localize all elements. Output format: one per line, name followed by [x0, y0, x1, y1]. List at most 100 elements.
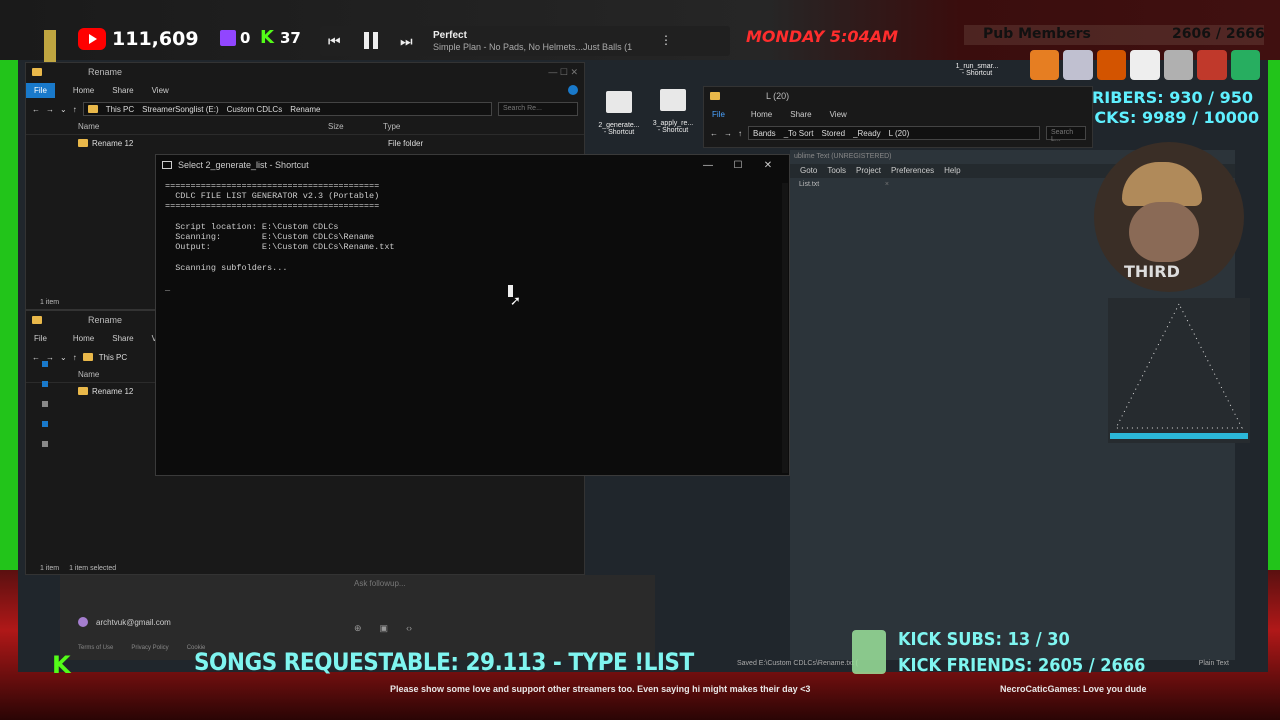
maximize-button[interactable]: ☐	[723, 160, 753, 171]
explorer-window-right: L (20) File Home Share View ← → ↑ Bands …	[703, 86, 1093, 148]
desktop-shortcut[interactable]: 3_apply_re... - Shortcut	[652, 82, 694, 134]
column-name[interactable]: Name	[78, 370, 99, 379]
cmd-titlebar: Select 2_generate_list - Shortcut — ☐ ✕	[156, 155, 789, 175]
nav-icon[interactable]	[42, 401, 48, 407]
breadcrumb-item[interactable]: _Ready	[853, 129, 881, 138]
explorer-titlebar: Rename — ☐ ✕	[26, 63, 584, 81]
column-size[interactable]: Size	[328, 122, 383, 131]
pause-icon[interactable]	[362, 30, 380, 50]
up-icon[interactable]: ↑	[73, 353, 77, 362]
tab-share[interactable]: Share	[112, 334, 133, 343]
next-icon[interactable]: ⏭	[400, 33, 416, 49]
back-icon[interactable]: ←	[710, 129, 718, 138]
close-button[interactable]: ✕	[753, 160, 783, 171]
tab-share[interactable]: Share	[112, 86, 133, 95]
nav-icon[interactable]	[42, 421, 48, 427]
ask-followup-input[interactable]: Ask followup...	[354, 579, 406, 588]
code-icon[interactable]: ‹›	[406, 623, 412, 634]
back-icon[interactable]: ←	[32, 105, 40, 114]
shirt-text: THIRD	[1124, 262, 1180, 281]
column-name[interactable]: Name	[78, 122, 328, 131]
nav-icon[interactable]	[42, 381, 48, 387]
up-icon[interactable]: ↑	[738, 129, 742, 138]
column-type[interactable]: Type	[383, 122, 400, 131]
breadcrumb[interactable]: Bands _To Sort Stored _Ready L (20)	[748, 126, 1040, 140]
help-icon[interactable]	[568, 85, 578, 95]
menu-goto[interactable]: Goto	[800, 166, 817, 176]
tab-file[interactable]: File	[26, 331, 55, 346]
menu-project[interactable]: Project	[856, 166, 881, 176]
breadcrumb-item[interactable]: Rename	[290, 105, 320, 114]
close-icon[interactable]: ×	[885, 181, 889, 189]
folder-icon	[82, 353, 93, 361]
menu-help[interactable]: Help	[944, 166, 960, 176]
scrollbar[interactable]	[782, 183, 788, 473]
shortcut-label: 3_apply_re... - Shortcut	[652, 120, 694, 134]
globe-icon[interactable]: ⊕	[354, 623, 362, 634]
previous-icon[interactable]: ⏮	[328, 33, 344, 49]
breadcrumb-item[interactable]: L (20)	[889, 129, 910, 138]
breadcrumb-item[interactable]: This PC	[99, 353, 127, 362]
tab-file[interactable]: File	[26, 82, 55, 98]
up-icon[interactable]: ↑	[73, 105, 77, 114]
folder-icon	[32, 316, 42, 324]
breadcrumb-item[interactable]: This PC	[106, 105, 134, 114]
kick-friends-goal: KICK FRIENDS: 2605 / 2666	[898, 655, 1146, 676]
status-right: Plain Text	[1198, 660, 1229, 667]
cmd-icon	[162, 161, 172, 169]
breadcrumb-item[interactable]: Bands	[753, 129, 776, 138]
desktop-shortcut[interactable]: 1_run_smar... - Shortcut	[952, 56, 1002, 77]
chevron-down-icon[interactable]: ⌄	[60, 105, 67, 114]
cmd-title: Select 2_generate_list - Shortcut	[178, 160, 309, 170]
tab-home[interactable]: Home	[73, 86, 94, 95]
avatar	[78, 617, 88, 627]
tab-share[interactable]: Share	[790, 110, 811, 119]
folder-icon	[710, 92, 720, 100]
back-icon[interactable]: ←	[32, 353, 40, 362]
tab-list-txt[interactable]: List.txt ×	[790, 178, 898, 192]
account-row[interactable]: archtvuk@gmail.com	[78, 617, 171, 627]
menu-preferences[interactable]: Preferences	[891, 166, 934, 176]
list-item[interactable]: Rename 12 File folder	[4, 135, 584, 151]
forward-icon[interactable]: →	[46, 105, 54, 114]
tab-home[interactable]: Home	[751, 110, 772, 119]
image-icon[interactable]: ▣	[380, 623, 389, 634]
explorer-titlebar: L (20)	[704, 87, 1092, 105]
breadcrumb-item[interactable]: Stored	[821, 129, 845, 138]
songs-requestable: SONGS REQUESTABLE: 29.113 - TYPE !LIST	[194, 648, 694, 676]
shirt-icon	[1230, 50, 1260, 80]
nav-pane	[42, 361, 50, 551]
chevron-down-icon[interactable]: ⌄	[60, 353, 67, 362]
tab-home[interactable]: Home	[73, 334, 94, 343]
tab-label: List.txt	[799, 181, 820, 188]
explorer-ribbon: File Home Share View	[26, 81, 584, 99]
search-input[interactable]: Search Re...	[498, 102, 578, 116]
desktop-shortcut[interactable]: 2_generate... - Shortcut	[598, 84, 640, 136]
breadcrumb-item[interactable]: _To Sort	[784, 129, 814, 138]
shirt-icon	[1197, 50, 1227, 80]
search-input[interactable]: Search L...	[1046, 126, 1086, 143]
menu-tools[interactable]: Tools	[827, 166, 846, 176]
breadcrumb-item[interactable]: Custom CDLCs	[227, 105, 283, 114]
breadcrumb-item[interactable]: StreamerSonglist (E:)	[142, 105, 218, 114]
cup-icon	[852, 630, 886, 674]
tab-view[interactable]: View	[152, 86, 169, 95]
link-privacy[interactable]: Privacy Policy	[131, 645, 168, 651]
kick-icon: K	[260, 27, 274, 48]
link-terms[interactable]: Terms of Use	[78, 645, 113, 651]
minimize-button[interactable]: —	[693, 160, 723, 171]
window-controls[interactable]: — ☐ ✕	[548, 67, 578, 78]
forward-icon[interactable]: →	[724, 129, 732, 138]
plinko-pegs	[1110, 302, 1248, 439]
item-name: Rename 12	[92, 386, 134, 396]
more-icon[interactable]: ⋮	[660, 33, 672, 47]
item-name: Rename 12	[92, 138, 134, 148]
nav-icon[interactable]	[42, 441, 48, 447]
breadcrumb[interactable]: This PC StreamerSonglist (E:) Custom CDL…	[82, 102, 492, 116]
kick-subs-goal: KICK SUBS: 13 / 30	[898, 629, 1070, 650]
nav-icon[interactable]	[42, 361, 48, 367]
shirt-icon	[1130, 50, 1160, 80]
window-title: L (20)	[766, 91, 790, 101]
tab-view[interactable]: View	[830, 110, 847, 119]
tab-file[interactable]: File	[704, 107, 733, 122]
